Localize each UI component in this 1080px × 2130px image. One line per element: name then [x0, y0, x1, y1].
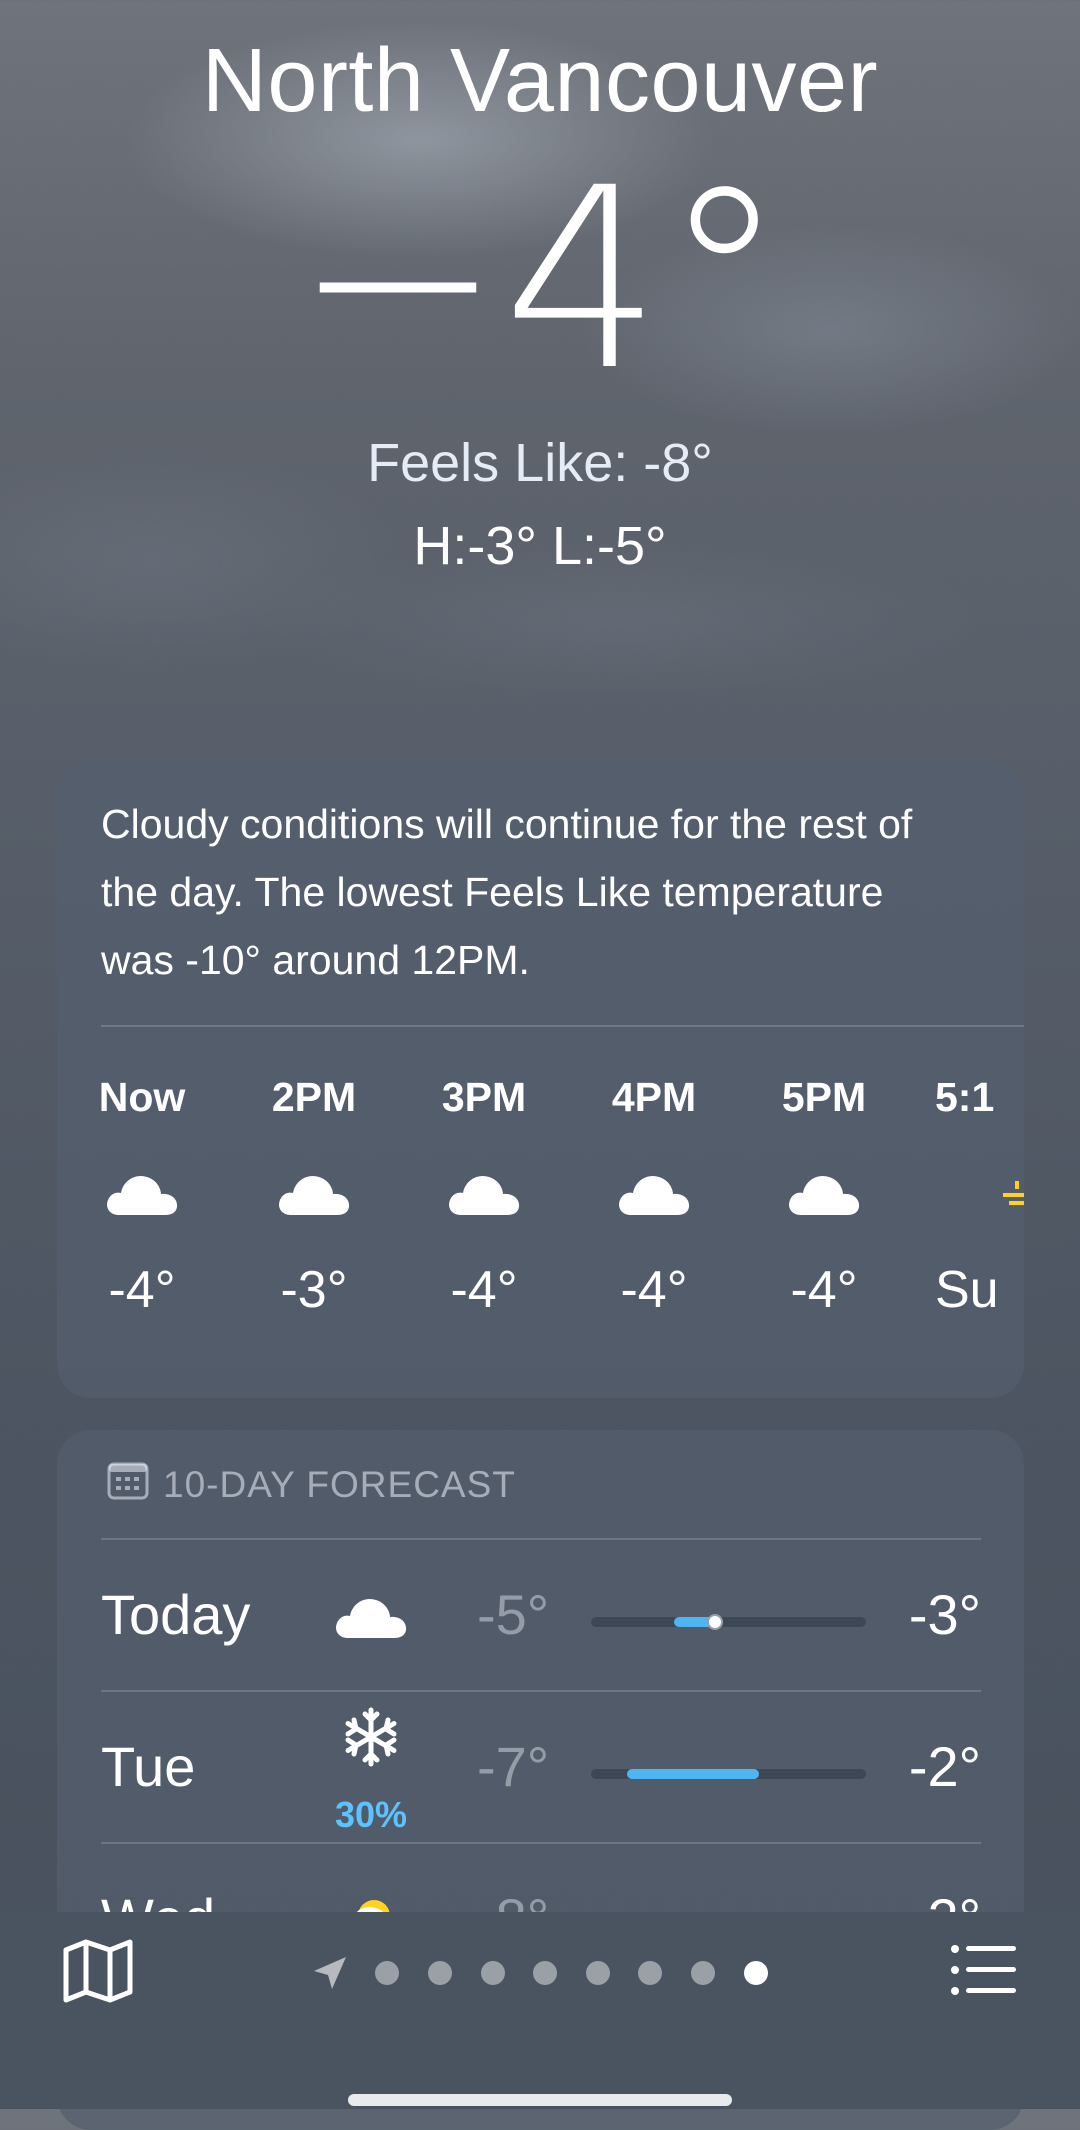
page-indicator-dot[interactable]: [375, 1961, 399, 1985]
map-icon[interactable]: [62, 1938, 134, 2009]
hourly-item: 4PM -4°: [589, 1072, 719, 1320]
home-indicator[interactable]: [348, 2094, 732, 2106]
sunset-icon: [995, 1162, 1024, 1222]
page-indicator-dot[interactable]: [481, 1961, 505, 1985]
hourly-item: 5:1 Su: [935, 1072, 1024, 1320]
location-arrow-icon[interactable]: [312, 1955, 348, 1996]
cloud-icon: [784, 1162, 864, 1222]
cloud-icon: [331, 1590, 411, 1645]
forecast-row[interactable]: Today -5° -3°: [101, 1538, 981, 1690]
hour-temp: -4°: [450, 1261, 518, 1319]
page-indicator-dot[interactable]: [586, 1961, 610, 1985]
hour-label: 5:1: [935, 1074, 995, 1120]
page-indicator-dot[interactable]: [691, 1961, 715, 1985]
divider: [101, 1025, 1024, 1027]
current-temp-dot: [706, 1614, 723, 1630]
hour-temp: -4°: [620, 1261, 688, 1319]
temperature-range-bar: [591, 1614, 866, 1630]
hourly-item: 3PM -4°: [419, 1072, 549, 1320]
calendar-icon: [107, 1460, 149, 1509]
divider: [101, 1690, 981, 1692]
hour-temp: -4°: [790, 1261, 858, 1319]
hour-label: 3PM: [441, 1074, 527, 1120]
hour-label: 5PM: [781, 1074, 867, 1120]
bottom-toolbar: [0, 1912, 1080, 2109]
current-temperature: −4°: [293, 134, 787, 425]
hour-label: Now: [98, 1074, 186, 1120]
forecast-title: 10-DAY FORECAST: [163, 1463, 516, 1505]
cloud-icon: [614, 1162, 694, 1222]
hourly-item: 2PM -3°: [249, 1072, 379, 1320]
forecast-high: -3°: [908, 1583, 981, 1646]
temperature-range-bar: [591, 1769, 866, 1779]
hour-label: 2PM: [271, 1074, 357, 1120]
weather-summary: Cloudy conditions will continue for the …: [101, 801, 913, 983]
hour-temp: -4°: [108, 1261, 176, 1319]
divider: [101, 1842, 981, 1844]
cloud-icon: [444, 1162, 524, 1222]
high-low: H:-3° L:-5°: [413, 516, 667, 576]
hourly-item: Now -4°: [77, 1072, 207, 1320]
hourly-item: 5PM -4°: [759, 1072, 889, 1320]
forecast-row[interactable]: Tue 30% -7° -2°: [101, 1690, 981, 1842]
cloud-icon: [274, 1162, 354, 1222]
city-name: North Vancouver: [201, 31, 879, 131]
forecast-high: -2°: [908, 1735, 981, 1798]
hourly-forecast-card[interactable]: Cloudy conditions will continue for the …: [57, 762, 1024, 1398]
page-indicator-dot[interactable]: [428, 1961, 452, 1985]
page-indicator-dot-active[interactable]: [744, 1961, 768, 1985]
hour-temp: -3°: [280, 1261, 348, 1319]
precipitation-chance: 30%: [334, 1794, 408, 1835]
page-indicator-dot[interactable]: [638, 1961, 662, 1985]
temperature-range-fill: [626, 1769, 759, 1779]
snowflake-icon: [331, 1706, 411, 1773]
forecast-day: Today: [101, 1583, 251, 1646]
forecast-low: -5°: [477, 1583, 550, 1646]
divider: [101, 1538, 981, 1540]
list-icon[interactable]: [950, 1944, 1018, 2001]
forecast-low: -7°: [477, 1735, 550, 1798]
hour-label: 4PM: [611, 1074, 697, 1120]
hour-temp: Su: [935, 1261, 999, 1319]
page-indicator-dot[interactable]: [533, 1961, 557, 1985]
forecast-day: Tue: [101, 1735, 196, 1798]
cloud-icon: [102, 1162, 182, 1222]
feels-like: Feels Like: -8°: [367, 433, 713, 493]
forecast-header: 10-DAY FORECAST: [107, 1460, 516, 1509]
